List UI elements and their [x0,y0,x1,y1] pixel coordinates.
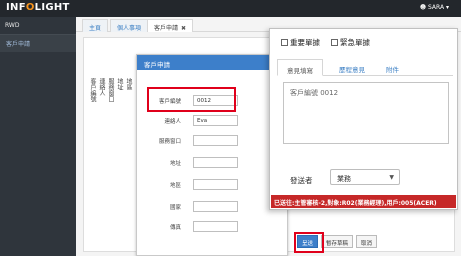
save-draft-button[interactable]: 暫存草稿 [321,235,354,248]
grid-column-header[interactable]: 地區 [123,78,132,102]
chevron-down-icon: ▾ [445,4,449,11]
cancel-button[interactable]: 取消 [356,235,378,248]
sidebar: RWD 客戶申請 [0,17,76,256]
field-label: 地址 [169,161,181,167]
field-label: 國家 [169,205,181,211]
checkbox-icon [281,39,288,46]
grid-column-header[interactable]: 客戶編號 [87,78,96,102]
service-window-row: 服務窗口 [137,135,287,147]
checkbox-icon [331,39,338,46]
fax-input[interactable] [193,221,238,232]
sender-label: 發送者 [290,176,313,185]
contact-row: 連絡人 Eva [137,115,287,127]
urgent-checkbox[interactable]: 緊急單據 [331,37,370,48]
field-label: 連絡人 [164,119,181,125]
tab-personal-items[interactable]: 個人事項 [110,19,149,32]
address-input[interactable] [193,157,238,168]
chevron-down-icon: ▼ [389,174,394,181]
tab-comment[interactable]: 意見填寫 [277,59,323,76]
customer-application-dialog: 客戶申請 客戶編號 0012 連絡人 Eva 服務窗口 地址 地區 國家 傳真 [136,54,288,256]
field-label: 地區 [169,183,181,189]
dialog-title: 客戶申請 [137,55,287,70]
close-icon[interactable]: ✖ [181,25,186,32]
infolight-logo: INFOLIGHT [6,2,70,13]
country-input[interactable] [193,201,238,212]
field-label: 服務窗口 [158,139,181,145]
user-icon: ☻ [419,4,427,11]
grid-column-header[interactable]: 連絡人 [96,78,105,102]
user-name: SARA [428,4,445,11]
sidebar-item-customer-application[interactable]: 客戶申請 [0,34,76,52]
field-label: 傳真 [169,225,181,231]
important-checkbox[interactable]: 重要單據 [281,37,320,48]
app-name: RWD [5,22,20,29]
tab-history[interactable]: 歷程意見 [330,59,374,76]
grid-header: 客戶編號 連絡人 服務窗口 地址 地區 [87,78,132,102]
country-row: 國家 [137,201,287,213]
contact-input[interactable]: Eva [193,115,238,126]
tab-home[interactable]: 主頁 [82,19,109,32]
sender-select[interactable]: 業務 ▼ [330,169,400,185]
region-input[interactable] [193,179,238,190]
highlight-box [147,87,236,112]
status-message: 已送往:主管審核-2,對象:R02(業務經理),用戶:005(ACER) [271,195,456,208]
fax-row: 傳真 [137,221,287,233]
service-window-input[interactable] [193,135,238,146]
sender-value: 業務 [337,175,351,183]
approval-tabs: 意見填寫 歷程意見 附件 [277,59,453,76]
region-row: 地區 [137,179,287,191]
tab-attachment[interactable]: 附件 [377,59,408,76]
grid-column-header[interactable]: 服務窗口 [105,78,114,102]
tab-customer-application[interactable]: 客戶申請 ✖ [147,19,194,32]
user-menu[interactable]: ☻ SARA ▾ [420,4,449,11]
grid-column-header[interactable]: 地址 [114,78,123,102]
comment-textarea[interactable]: 客戶編號 0012 [283,82,449,144]
top-bar: INFOLIGHT ☻ SARA ▾ [0,0,461,17]
address-row: 地址 [137,157,287,169]
approval-panel: 重要單據 緊急單據 意見填寫 歷程意見 附件 客戶編號 0012 發送者 業務 … [269,28,458,210]
highlight-box [294,232,324,253]
